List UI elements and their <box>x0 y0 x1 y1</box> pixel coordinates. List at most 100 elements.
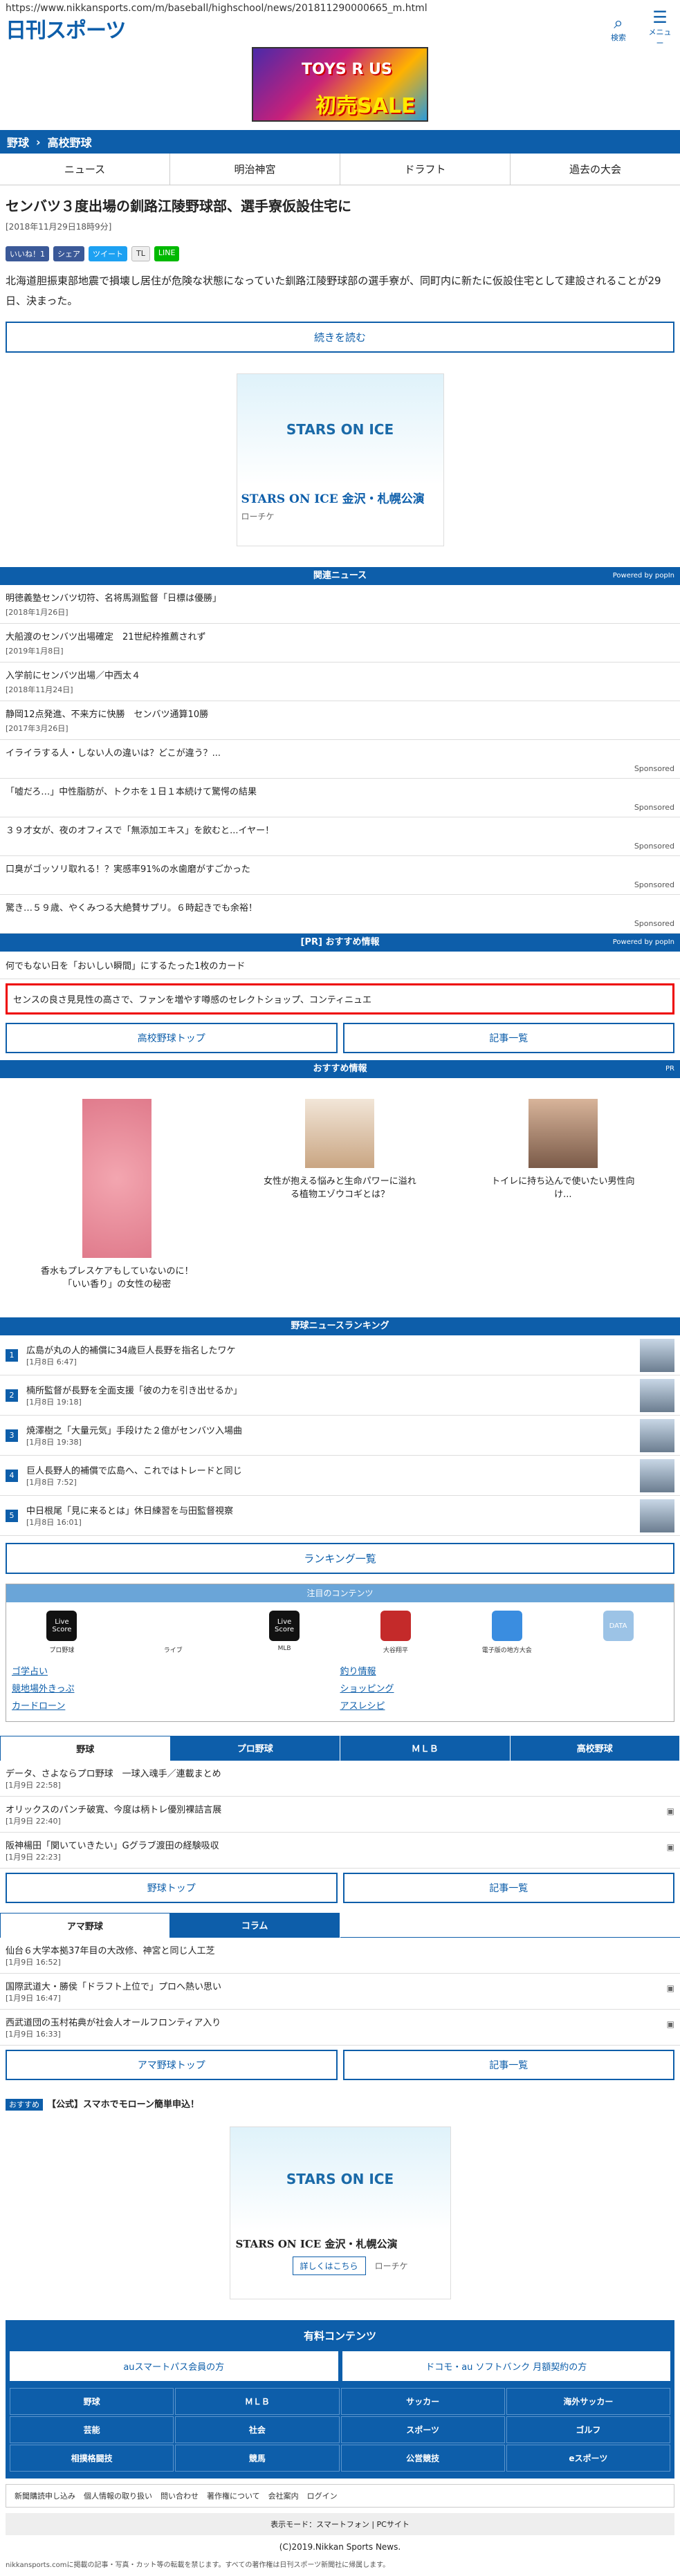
article-list-button[interactable]: 記事一覧 <box>343 1873 675 1903</box>
article-list-button[interactable]: 記事一覧 <box>343 2050 675 2080</box>
ranking-more-button[interactable]: ランキング一覧 <box>6 1543 674 1574</box>
category-item[interactable]: 競馬 <box>175 2445 339 2472</box>
link[interactable]: ショッピング <box>340 1681 669 1694</box>
news-item[interactable]: 仙台６大学本拠37年目の大改修、神宮と同じ人工芝[1月9日 16:52] <box>0 1938 680 1974</box>
tab-highschool[interactable]: 高校野球 <box>511 1736 680 1761</box>
tab-draft[interactable]: ドラフト <box>340 154 511 185</box>
tab-past[interactable]: 過去の大会 <box>511 154 680 185</box>
recommend-header: おすすめ情報PR <box>0 1060 680 1078</box>
app-local[interactable]: 電子版の地方大会 <box>466 1611 549 1654</box>
recommend-item[interactable]: 女性が抱える悩みと生命パワーに溢れる植物エゾウコギとは？ <box>260 1099 419 1290</box>
ranking-thumb <box>640 1379 674 1412</box>
category-item[interactable]: eスポーツ <box>506 2445 670 2472</box>
promo-line[interactable]: おすすめ【公式】スマホでモローン簡単申込！ <box>0 2087 680 2120</box>
article-list-button[interactable]: 記事一覧 <box>343 1023 675 1053</box>
fb-share-button[interactable]: シェア <box>53 246 84 261</box>
line-button[interactable]: LINE <box>154 246 180 261</box>
sponsored-item[interactable]: 口臭がゴッソリ取れる！？実感率91%の水歯磨がすごかったSponsored <box>0 856 680 895</box>
footer-link[interactable]: 会社案内 <box>268 2490 299 2501</box>
ad-banner[interactable]: TOYS R US 初売SALE <box>252 47 428 122</box>
category-item[interactable]: ゴルフ <box>506 2416 670 2443</box>
footer-link[interactable]: 問い合わせ <box>160 2490 199 2501</box>
menu-button[interactable]: ☰メニュー <box>645 8 674 48</box>
sponsored-item[interactable]: 驚き…５９歳、やくみつる大絶賛サプリ。６時起きでも余裕！Sponsored <box>0 895 680 934</box>
banner-text-1: TOYS R US <box>302 61 392 78</box>
list-item[interactable]: 大船渡のセンバツ出場確定 21世紀枠推薦されず[2019年1月8日] <box>0 624 680 662</box>
footer-link[interactable]: 著作権について <box>207 2490 260 2501</box>
list-item[interactable]: 入学前にセンバツ出場／中西太４[2018年11月24日] <box>0 662 680 701</box>
tl-button[interactable]: TL <box>131 246 150 261</box>
ranking-item[interactable]: 2楠所監督が長野を全面支援「彼の力を引き出せるか」[1月8日 19:18] <box>0 1375 680 1416</box>
category-item[interactable]: 海外サッカー <box>506 2388 670 2415</box>
chevron-right-icon: › <box>36 136 41 149</box>
category-item[interactable]: 社会 <box>175 2416 339 2443</box>
link[interactable]: ゴ学占い <box>12 1664 340 1677</box>
news-item[interactable]: 国際武道大・勝侯「ドラフト上位で」プロへ熱い思い[1月9日 16:47]▣ <box>0 1974 680 2010</box>
read-more-button[interactable]: 続きを読む <box>6 322 674 353</box>
footer-link[interactable]: 新聞購読申し込み <box>15 2490 75 2501</box>
app-npb-live[interactable]: Live Scoreプロ野球 <box>20 1611 103 1654</box>
ad-detail-button[interactable]: 詳しくはこちら <box>293 2257 366 2275</box>
ad-sponsor: ローチケ <box>375 2261 408 2271</box>
amateur-top-button[interactable]: アマ野球トップ <box>6 2050 338 2080</box>
highschool-top-button[interactable]: 高校野球トップ <box>6 1023 338 1053</box>
app-mlb-live[interactable]: Live ScoreMLB <box>243 1611 326 1654</box>
category-item[interactable]: ＭＬＢ <box>175 2388 339 2415</box>
link[interactable]: 釣り情報 <box>340 1664 669 1677</box>
list-item[interactable]: 静岡12点発進、不来方に快勝 センバツ通算10勝[2017年3月26日] <box>0 701 680 740</box>
fb-like-button[interactable]: いいね！1 <box>6 246 49 261</box>
sponsored-item[interactable]: 「嘘だろ…」中性脂肪が、トクホを１日１本続けて驚愕の結果Sponsored <box>0 779 680 817</box>
app-data[interactable]: DATA <box>577 1611 660 1654</box>
breadcrumb-highschool[interactable]: 高校野球 <box>48 133 92 150</box>
tab-baseball[interactable]: 野球 <box>0 1736 171 1761</box>
ad-image: STARS ON ICE <box>230 2127 450 2231</box>
baseball-top-button[interactable]: 野球トップ <box>6 1873 338 1903</box>
tab-mlb[interactable]: ＭＬＢ <box>340 1736 511 1761</box>
footer-link[interactable]: ログイン <box>307 2490 338 2501</box>
ranking-item[interactable]: 4巨人長野人的補償で広島へ、これではトレードと同じ[1月8日 7:52] <box>0 1456 680 1496</box>
ad-stars-on-ice-2[interactable]: STARS ON ICE STARS ON ICE 金沢・札幌公演 詳しくはこち… <box>230 2126 451 2299</box>
tab-column[interactable]: コラム <box>170 1913 340 1938</box>
pr-item[interactable]: 何でもない日を「おいしい瞬間」にするたった1枚のカード <box>0 952 680 979</box>
tab-pro[interactable]: プロ野球 <box>171 1736 341 1761</box>
display-mode[interactable]: 表示モード：スマートフォン | PCサイト <box>6 2513 674 2535</box>
tab-meiji[interactable]: 明治神宮 <box>170 154 340 185</box>
recommend-item[interactable]: トイレに持ち込んで使いたい男性向け... <box>484 1099 643 1290</box>
search-button[interactable]: ⌕検索 <box>604 14 633 43</box>
sponsored-list: イライラする人・しない人の違いは？どこが違う？...Sponsored 「嘘だろ… <box>0 740 680 934</box>
ranking-thumb <box>640 1459 674 1492</box>
news-item[interactable]: データ、さよならプロ野球 一球入魂手／連載まとめ[1月9日 22:58] <box>0 1761 680 1797</box>
ranking-item[interactable]: 1広島が丸の人的補償に34歳巨人長野を指名したワケ[1月8日 6:47] <box>0 1335 680 1375</box>
ad-stars-on-ice[interactable]: STARS ON ICE STARS ON ICE 金沢・札幌公演 ローチケ <box>237 373 444 546</box>
news-item[interactable]: オリックスのパンチ破寛、今度は柄トレ優別裸詰言展[1月9日 22:40]▣ <box>0 1797 680 1833</box>
link[interactable]: カードローン <box>12 1698 340 1712</box>
sponsored-item[interactable]: イライラする人・しない人の違いは？どこが違う？...Sponsored <box>0 740 680 779</box>
tweet-button[interactable]: ツイート <box>89 246 127 261</box>
ranking-item[interactable]: 5中日根尾「見に来るとは」休日練習を与田監督視察[1月8日 16:01] <box>0 1496 680 1536</box>
category-item[interactable]: 芸能 <box>10 2416 174 2443</box>
footer-link[interactable]: 個人情報の取り扱い <box>84 2490 152 2501</box>
category-item[interactable]: 相撲格闘技 <box>10 2445 174 2472</box>
au-pass-button[interactable]: auスマートパス会員の方 <box>10 2351 338 2381</box>
camera-icon: ▣ <box>667 1983 674 1993</box>
breadcrumb-baseball[interactable]: 野球 <box>7 133 29 150</box>
link[interactable]: アスレシピ <box>340 1698 669 1712</box>
recommend-item[interactable]: 香水もプレスケアもしていないのに！「いい香り」の女性の秘密 <box>37 1099 196 1290</box>
ranking-item[interactable]: 3焼澤樹之「大量元気」手段けた２億がセンバツ入場曲[1月8日 19:38] <box>0 1416 680 1456</box>
news-item[interactable]: 西武道団の玉村祐典が社会人オールフロンティア入り[1月9日 16:33]▣ <box>0 2010 680 2046</box>
carrier-button[interactable]: ドコモ・au ソフトバンク 月額契約の方 <box>342 2351 671 2381</box>
category-item[interactable]: 公営競技 <box>341 2445 505 2472</box>
site-logo[interactable]: 日刊スポーツ <box>6 13 125 44</box>
app-ohtani[interactable]: 大谷翔平 <box>354 1611 437 1654</box>
category-item[interactable]: サッカー <box>341 2388 505 2415</box>
category-item[interactable]: 野球 <box>10 2388 174 2415</box>
category-item[interactable]: スポーツ <box>341 2416 505 2443</box>
sponsored-item[interactable]: ３９才女が、夜のオフィスで「無添加エキス」を飲むと...イヤー！Sponsore… <box>0 817 680 856</box>
app-live[interactable]: ライブ <box>131 1611 214 1654</box>
news-item[interactable]: 阪神楊田「関いていきたい」Gグラブ渡田の経験吸収[1月9日 22:23]▣ <box>0 1833 680 1869</box>
pr-item-highlighted[interactable]: センスの良さ見見性の高さで、ファンを増やす噂感のセレクトショップ、コンティニュエ <box>6 983 674 1014</box>
tab-news[interactable]: ニュース <box>0 154 170 185</box>
tab-amateur[interactable]: アマ野球 <box>0 1913 170 1938</box>
list-item[interactable]: 明徳義塾センバツ切符、名将馬淵監督「日標は優勝」[2018年1月26日] <box>0 585 680 624</box>
link[interactable]: 競地場外きっぷ <box>12 1681 340 1694</box>
